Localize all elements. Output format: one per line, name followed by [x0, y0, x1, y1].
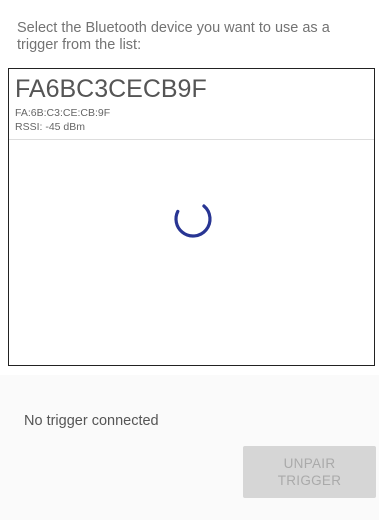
device-address: FA:6B:C3:CE:CB:9F — [15, 107, 111, 119]
progress-spinner-icon — [174, 200, 212, 238]
trigger-status: No trigger connected — [24, 413, 159, 429]
device-rssi: RSSI: -45 dBm — [15, 121, 86, 133]
device-list[interactable]: FA6BC3CECB9F FA:6B:C3:CE:CB:9F RSSI: -45… — [8, 68, 375, 366]
unpair-trigger-button[interactable]: UNPAIR TRIGGER — [243, 446, 376, 498]
device-name: FA6BC3CECB9F — [15, 75, 207, 103]
instruction-text: Select the Bluetooth device you want to … — [17, 20, 330, 53]
device-list-item[interactable]: FA6BC3CECB9F FA:6B:C3:CE:CB:9F RSSI: -45… — [9, 69, 374, 140]
device-selection-panel: Select the Bluetooth device you want to … — [0, 0, 379, 375]
